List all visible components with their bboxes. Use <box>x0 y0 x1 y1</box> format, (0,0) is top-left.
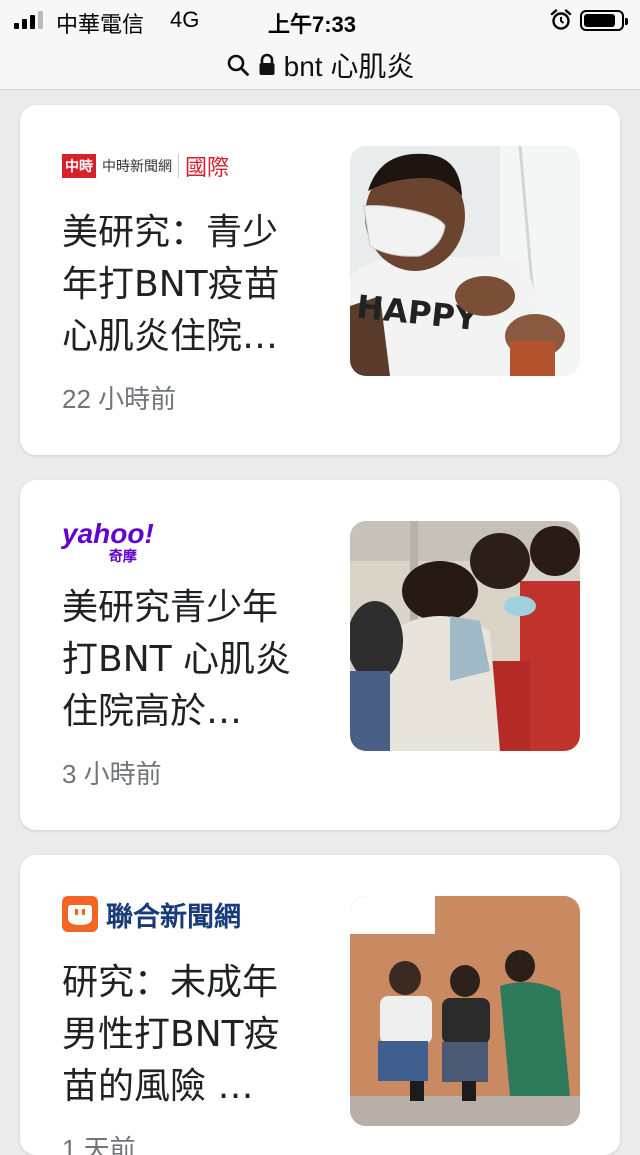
article-headline[interactable]: 研究：未成年男性打BNT疫苗的風險 … <box>62 957 312 1113</box>
article-thumbnail[interactable]: HAPPY <box>350 146 580 376</box>
status-time: 上午7:33 <box>268 12 357 37</box>
source-name: yahoo! <box>62 518 154 549</box>
source-name: 聯合新聞網 <box>106 901 241 932</box>
vaccination-site-photo <box>350 896 580 1126</box>
source-logo-yahoo: yahoo! 奇摩 <box>62 518 154 564</box>
article-headline[interactable]: 美研究：青少年打BNT疫苗心肌炎住院… <box>62 207 312 363</box>
teen-vaccination-photo: HAPPY <box>350 146 580 376</box>
article-thumbnail[interactable] <box>350 521 580 751</box>
source-logo-chinatimes: 中時 中時新聞網 國際 <box>62 146 229 186</box>
address-bar[interactable]: bnt 心肌炎 <box>0 40 640 90</box>
lock-icon <box>259 53 275 75</box>
search-icon <box>227 54 249 76</box>
source-logo-udn: 聯合新聞網 <box>62 894 241 934</box>
udn-logo-icon <box>62 896 98 932</box>
alarm-icon <box>550 9 572 30</box>
chinatimes-badge: 中時 <box>62 154 96 178</box>
article-time: 22 小時前 <box>62 384 177 414</box>
article-headline[interactable]: 美研究青少年打BNT 心肌炎住院高於… <box>62 582 312 738</box>
news-card[interactable]: 中時 中時新聞網 國際 美研究：青少年打BNT疫苗心肌炎住院… 22 小時前 H… <box>20 105 620 455</box>
news-card[interactable]: 聯合新聞網 研究：未成年男性打BNT疫苗的風險 … 1 天前 <box>20 855 620 1155</box>
carrier-name: 中華電信 <box>56 12 145 37</box>
article-time: 1 天前 <box>62 1134 136 1155</box>
search-query: bnt 心肌炎 <box>283 50 415 82</box>
news-card[interactable]: yahoo! 奇摩 美研究青少年打BNT 心肌炎住院高於… 3 小時前 <box>20 480 620 830</box>
network-type: 4G <box>170 7 200 32</box>
source-sub: 奇摩 <box>108 548 137 564</box>
article-thumbnail[interactable] <box>350 896 580 1126</box>
article-time: 3 小時前 <box>62 759 162 789</box>
source-name: 中時新聞網 <box>102 159 172 175</box>
students-vaccination-photo <box>350 521 580 751</box>
status-bar: 中華電信 4G 上午7:33 <box>0 0 640 40</box>
source-section: 國際 <box>185 156 230 181</box>
signal-strength-icon <box>14 11 43 29</box>
battery-icon <box>580 10 628 31</box>
